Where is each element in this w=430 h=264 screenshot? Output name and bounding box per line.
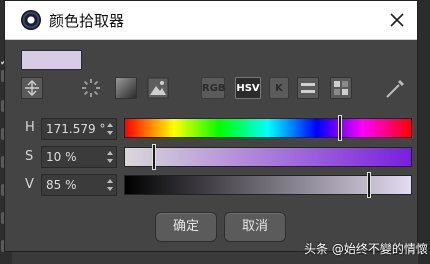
background-panel-right bbox=[418, 0, 430, 264]
color-wheel-icon[interactable] bbox=[80, 77, 102, 99]
value-value: 85 % bbox=[46, 178, 77, 192]
hsv-mode-button[interactable]: HSV bbox=[235, 77, 261, 99]
fit-icon[interactable] bbox=[21, 77, 43, 99]
watermark-text: 头条 @始终不變的情懷 bbox=[304, 242, 428, 256]
close-icon[interactable] bbox=[387, 10, 407, 30]
hue-slider-handle[interactable] bbox=[338, 115, 342, 141]
value-slider-handle[interactable] bbox=[367, 172, 371, 198]
hue-input[interactable]: 171.579 ° bbox=[41, 118, 117, 140]
saturation-label: S bbox=[25, 149, 34, 164]
hue-label: H bbox=[25, 120, 35, 135]
hue-value: 171.579 ° bbox=[46, 122, 106, 136]
cinema4d-logo-icon bbox=[21, 10, 41, 30]
saturation-input[interactable]: 10 % bbox=[41, 146, 117, 168]
value-stepper-icon[interactable] bbox=[107, 179, 113, 191]
window-title: 颜色拾取器 bbox=[49, 12, 125, 30]
saturation-slider[interactable] bbox=[124, 144, 412, 170]
kelvin-mode-button[interactable]: K bbox=[269, 77, 289, 99]
value-input[interactable]: 85 % bbox=[41, 174, 117, 196]
color-picker-dialog: 颜色拾取器 RGB HSV K H 171.579 ° S 10 % V 85 … bbox=[4, 0, 418, 252]
image-icon[interactable] bbox=[147, 77, 169, 99]
rgb-mode-button[interactable]: RGB bbox=[201, 77, 226, 99]
color-preview-swatch[interactable] bbox=[21, 50, 82, 70]
saturation-value: 10 % bbox=[46, 150, 77, 164]
value-label: V bbox=[25, 177, 34, 192]
ok-button[interactable]: 确定 bbox=[155, 212, 217, 242]
eyedropper-icon[interactable] bbox=[383, 77, 407, 99]
cancel-button[interactable]: 取消 bbox=[224, 212, 286, 242]
value-slider[interactable] bbox=[124, 172, 412, 198]
saturation-slider-handle[interactable] bbox=[152, 144, 156, 170]
swatches-icon[interactable] bbox=[330, 77, 352, 99]
title-bar: 颜色拾取器 bbox=[5, 1, 417, 40]
gradient-square-icon[interactable] bbox=[115, 77, 137, 99]
hue-slider[interactable] bbox=[124, 115, 412, 141]
saturation-stepper-icon[interactable] bbox=[107, 151, 113, 163]
hue-stepper-icon[interactable] bbox=[107, 123, 113, 135]
sliders-icon[interactable] bbox=[297, 77, 319, 99]
